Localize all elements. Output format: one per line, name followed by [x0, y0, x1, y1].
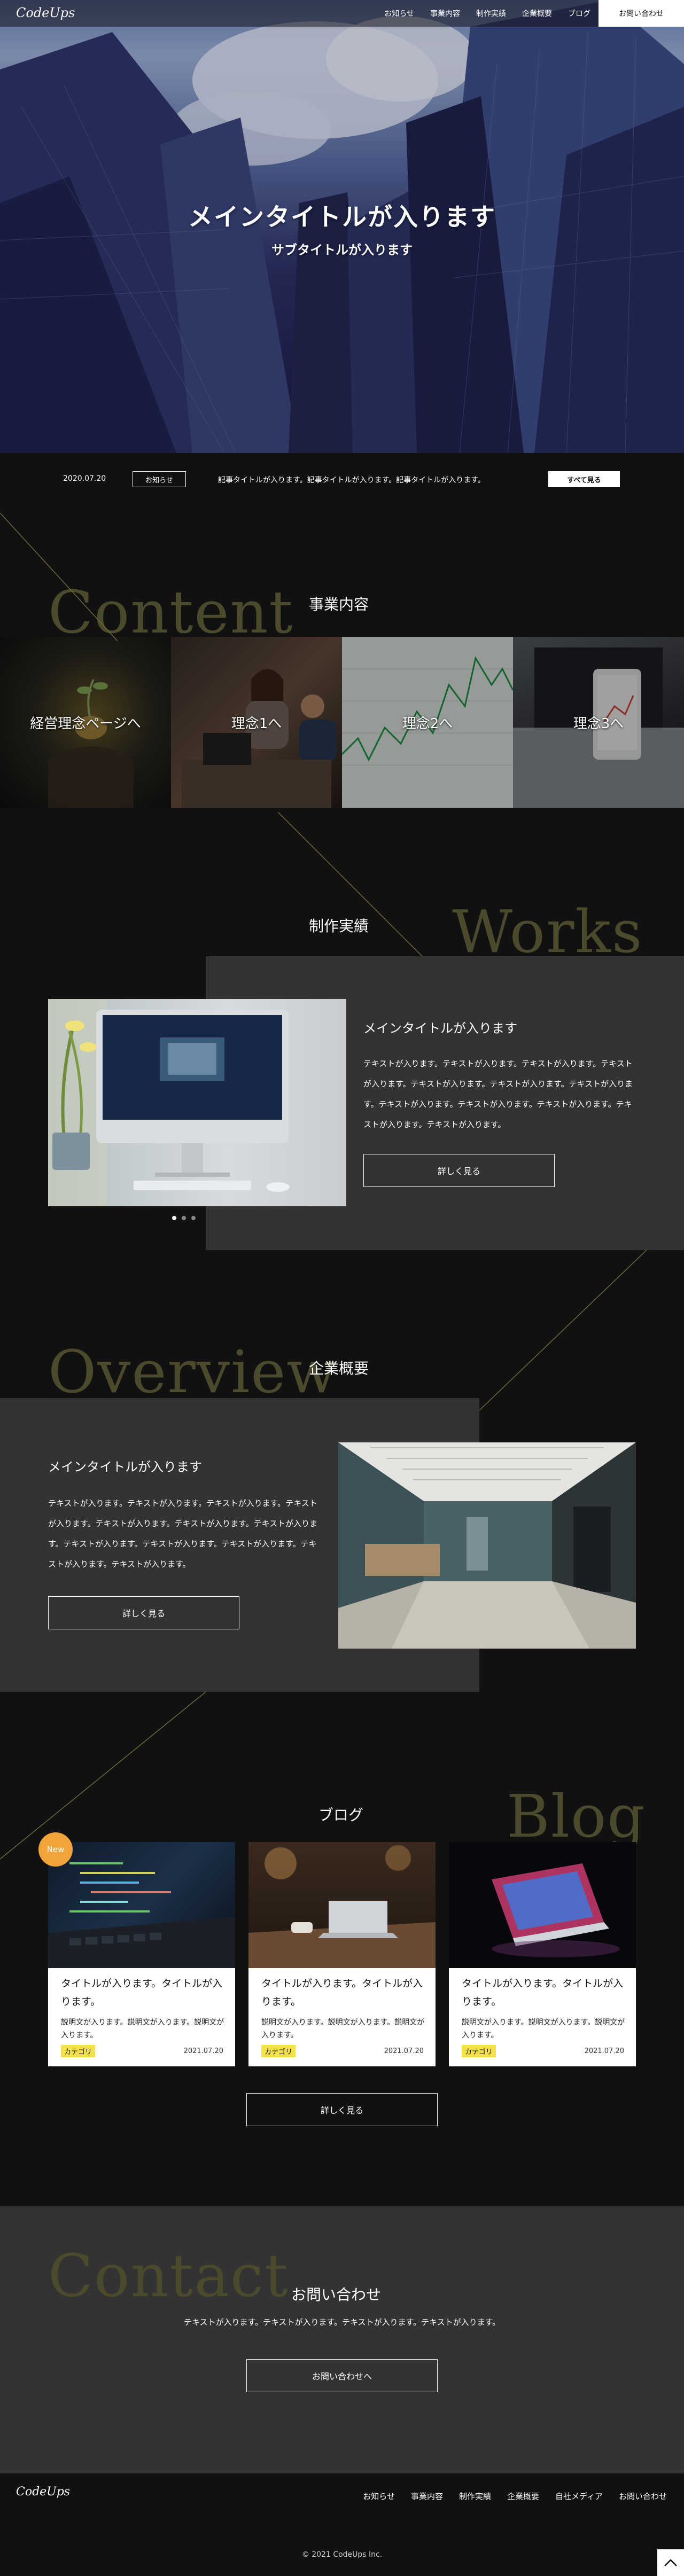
diagonal-line — [0, 1691, 206, 1860]
blog-card[interactable]: タイトルが入ります。タイトルが入ります。 説明文が入ります。説明文が入ります。説… — [248, 1842, 436, 2066]
works-slider-dots — [172, 1216, 196, 1220]
office-interior-image — [338, 1442, 636, 1649]
content-tile-label: 理念2へ — [402, 716, 453, 732]
blog-card-desc: 説明文が入ります。説明文が入ります。説明文が入ります。 — [261, 2018, 425, 2040]
works-bg-word: Works — [452, 897, 643, 966]
content-tiles: 経営理念ページへ 理念1へ 理念2へ 理念3へ — [0, 637, 684, 808]
blog-card-desc: 説明文が入ります。説明文が入ります。説明文が入ります。 — [61, 2018, 224, 2040]
site-header: CodeUps お知らせ 事業内容 制作実績 企業概要 ブログ お問い合わせ — [0, 0, 684, 27]
overview-detail-button[interactable]: 詳しく見る — [48, 1596, 239, 1629]
blog-thumbnail — [449, 1842, 636, 1968]
works-slide-image[interactable] — [48, 999, 346, 1206]
news-bar: 2020.07.20 お知らせ 記事タイトルが入ります。記事タイトルが入ります。… — [0, 453, 684, 508]
slider-dot[interactable] — [172, 1216, 176, 1220]
nav-item-blog[interactable]: ブログ — [568, 8, 590, 19]
content-tile-philosophy[interactable]: 経営理念ページへ — [0, 637, 171, 808]
blog-card-title: タイトルが入ります。タイトルが入ります。 — [61, 1978, 223, 2008]
blog-detail-button[interactable]: 詳しく見る — [246, 2093, 438, 2126]
blog-section-title: ブログ — [318, 1806, 364, 1824]
office-image — [338, 1442, 636, 1649]
slider-dot[interactable] — [182, 1216, 186, 1220]
contact-bg-word: Contact — [48, 2242, 289, 2310]
blog-category-badge: カテゴリ — [462, 2045, 496, 2057]
footer-nav-media[interactable]: 自社メディア — [555, 2491, 603, 2502]
overview-card-text: テキストが入ります。テキストが入ります。テキストが入ります。テキストが入ります。… — [48, 1498, 318, 1569]
blog-thumbnail — [48, 1842, 235, 1968]
blog-card[interactable]: タイトルが入ります。タイトルが入ります。 説明文が入ります。説明文が入ります。説… — [449, 1842, 636, 2066]
news-title-link[interactable]: 記事タイトルが入ります。記事タイトルが入ります。記事タイトルが入ります。 — [218, 474, 485, 485]
code-laptop-image — [48, 1862, 235, 1968]
news-view-all-button[interactable]: すべて見る — [548, 471, 620, 487]
content-tile-1[interactable]: 理念1へ — [171, 637, 342, 808]
global-nav: お知らせ 事業内容 制作実績 企業概要 ブログ — [384, 0, 590, 27]
page-top-button[interactable] — [657, 2549, 684, 2576]
new-badge: New — [38, 1832, 73, 1867]
works-detail-button[interactable]: 詳しく見る — [363, 1154, 555, 1187]
diagonal-line — [479, 1250, 647, 1411]
blog-category-badge: カテゴリ — [61, 2045, 96, 2057]
content-tile-label: 経営理念ページへ — [30, 716, 141, 732]
hero-title: メインタイトルが入ります — [188, 202, 496, 231]
content-section-title: 事業内容 — [309, 596, 369, 613]
content-tile-3[interactable]: 理念3へ — [513, 637, 684, 808]
works-card-text: テキストが入ります。テキストが入ります。テキストが入ります。テキストが入ります。… — [363, 1059, 633, 1129]
content-tile-2[interactable]: 理念2へ — [342, 637, 513, 808]
blog-card-date: 2021.07.20 — [183, 2047, 223, 2055]
contact-section-title: お問い合わせ — [291, 2286, 382, 2304]
content-tile-label: 理念3へ — [573, 716, 624, 732]
glowing-laptop-image — [492, 1863, 620, 1957]
hero-subtitle: サブタイトルが入ります — [271, 243, 413, 257]
cafe-laptop-image — [248, 1845, 436, 1968]
footer-logo[interactable]: CodeUps — [16, 2485, 70, 2499]
site-logo[interactable]: CodeUps — [16, 5, 75, 20]
blog-card-date: 2021.07.20 — [384, 2047, 424, 2055]
content-tile-label: 理念1へ — [231, 716, 282, 732]
copyright: © 2021 CodeUps Inc. — [301, 2550, 383, 2559]
works-section-title: 制作実績 — [309, 917, 369, 935]
imac-image — [48, 999, 290, 1206]
header-contact-button[interactable]: お問い合わせ — [598, 0, 684, 27]
blog-card-desc: 説明文が入ります。説明文が入ります。説明文が入ります。 — [462, 2018, 625, 2040]
footer-nav-business[interactable]: 事業内容 — [411, 2491, 443, 2502]
blog-category-badge: カテゴリ — [261, 2045, 296, 2057]
news-date: 2020.07.20 — [63, 474, 106, 483]
blog-thumbnail — [248, 1842, 436, 1968]
footer-nav: お知らせ 事業内容 制作実績 企業概要 自社メディア お問い合わせ — [363, 2491, 667, 2502]
works-card-title: メインタイトルが入ります — [363, 1021, 517, 1036]
overview-section-title: 企業概要 — [309, 1360, 369, 1377]
nav-item-news[interactable]: お知らせ — [384, 8, 414, 19]
chevron-up-icon — [664, 2559, 677, 2566]
footer-nav-works[interactable]: 制作実績 — [459, 2491, 491, 2502]
footer-nav-overview[interactable]: 企業概要 — [507, 2491, 539, 2502]
contact-text: テキストが入ります。テキストが入ります。テキストが入ります。テキストが入ります。 — [183, 2317, 501, 2327]
blog-card[interactable]: タイトルが入ります。タイトルが入ります。 説明文が入ります。説明文が入ります。説… — [48, 1842, 235, 2066]
site-footer — [0, 2473, 684, 2576]
overview-bg-word: Overview — [48, 1338, 338, 1406]
hero: メインタイトルが入ります サブタイトルが入ります — [0, 0, 684, 453]
blog-card-title: タイトルが入ります。タイトルが入ります。 — [261, 1978, 423, 2008]
nav-item-business[interactable]: 事業内容 — [430, 8, 460, 19]
news-tag: お知らせ — [133, 471, 186, 487]
blog-card-date: 2021.07.20 — [584, 2047, 624, 2055]
nav-item-overview[interactable]: 企業概要 — [522, 8, 552, 19]
blog-bg-word: Blog — [507, 1782, 646, 1851]
footer-nav-contact[interactable]: お問い合わせ — [619, 2491, 667, 2502]
overview-card-title: メインタイトルが入ります — [48, 1459, 202, 1474]
footer-nav-news[interactable]: お知らせ — [363, 2491, 395, 2502]
contact-button[interactable]: お問い合わせへ — [246, 2359, 438, 2392]
blog-card-title: タイトルが入ります。タイトルが入ります。 — [462, 1978, 624, 2008]
content-bg-word: Content — [48, 578, 294, 646]
slider-dot[interactable] — [191, 1216, 196, 1220]
nav-item-works[interactable]: 制作実績 — [476, 8, 506, 19]
